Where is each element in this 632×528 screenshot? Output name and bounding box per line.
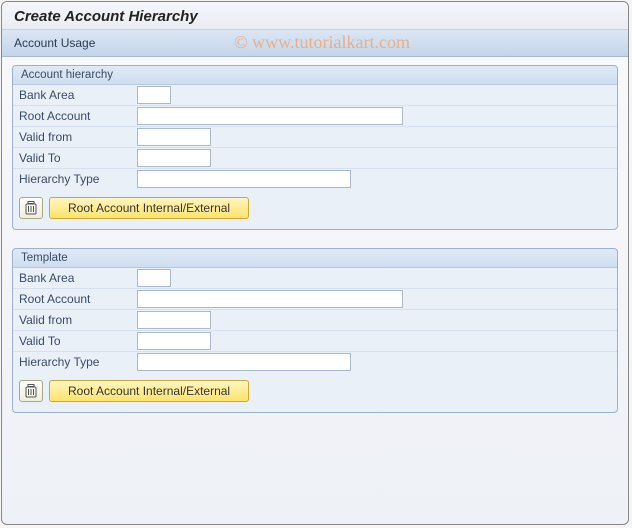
label-valid-from-2: Valid from (19, 311, 137, 329)
account-usage-button[interactable]: Account Usage (14, 36, 95, 50)
input-valid-from-2[interactable] (137, 311, 211, 329)
label-hierarchy-type-2: Hierarchy Type (19, 353, 137, 371)
group-template: Template Bank Area Root Account Valid fr… (12, 248, 618, 413)
input-hierarchy-type[interactable] (137, 170, 351, 188)
content-area: Account hierarchy Bank Area Root Account… (2, 57, 628, 439)
input-bank-area[interactable] (137, 86, 171, 104)
toolbar: Account Usage (2, 30, 628, 57)
label-valid-from: Valid from (19, 128, 137, 146)
input-valid-to-2[interactable] (137, 332, 211, 350)
delete-button-2[interactable] (19, 380, 43, 402)
label-hierarchy-type: Hierarchy Type (19, 170, 137, 188)
label-bank-area: Bank Area (19, 86, 137, 104)
label-root-account-2: Root Account (19, 290, 137, 308)
input-valid-from[interactable] (137, 128, 211, 146)
root-account-toggle-button-2[interactable]: Root Account Internal/External (49, 380, 249, 402)
group-header-account-hierarchy: Account hierarchy (13, 66, 617, 85)
page-title: Create Account Hierarchy (2, 2, 628, 30)
label-valid-to: Valid To (19, 149, 137, 167)
label-bank-area-2: Bank Area (19, 269, 137, 287)
group-header-template: Template (13, 249, 617, 268)
trash-icon (25, 384, 37, 398)
trash-icon (25, 201, 37, 215)
input-hierarchy-type-2[interactable] (137, 353, 351, 371)
input-bank-area-2[interactable] (137, 269, 171, 287)
input-valid-to[interactable] (137, 149, 211, 167)
input-root-account-2[interactable] (137, 290, 403, 308)
group-account-hierarchy: Account hierarchy Bank Area Root Account… (12, 65, 618, 230)
root-account-toggle-button[interactable]: Root Account Internal/External (49, 197, 249, 219)
delete-button[interactable] (19, 197, 43, 219)
label-root-account: Root Account (19, 107, 137, 125)
app-window: Create Account Hierarchy Account Usage ©… (1, 1, 629, 525)
input-root-account[interactable] (137, 107, 403, 125)
label-valid-to-2: Valid To (19, 332, 137, 350)
